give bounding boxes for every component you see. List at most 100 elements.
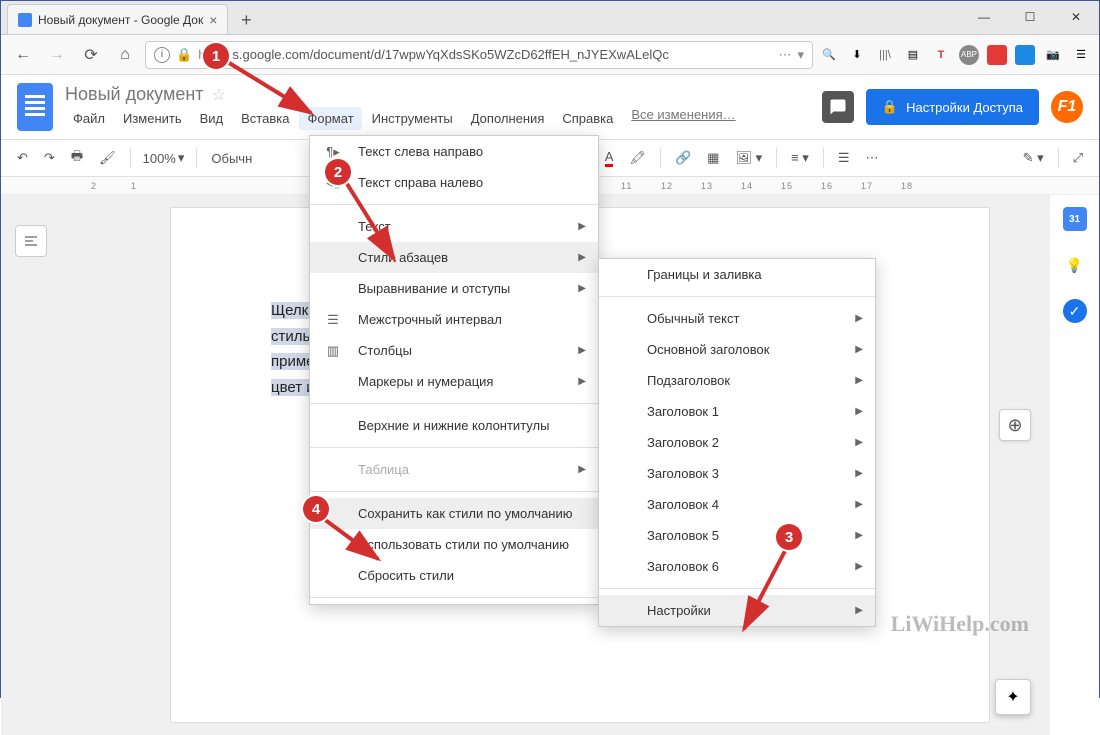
maximize-button[interactable]: ☐ xyxy=(1007,0,1053,34)
editing-mode-button[interactable]: ✎ ▾ xyxy=(1017,146,1050,170)
menu-ltr[interactable]: ¶▸Текст слева направо xyxy=(310,136,598,167)
submenu-h1[interactable]: Заголовок 1▶ xyxy=(599,396,875,427)
menu-help[interactable]: Справка xyxy=(554,107,621,130)
menu-reset-styles[interactable]: Сбросить стили xyxy=(310,560,598,591)
ext-abp-icon[interactable]: ABP xyxy=(959,45,979,65)
zoom-select[interactable]: 100% ▾ xyxy=(139,148,189,168)
calendar-icon[interactable]: 31 xyxy=(1063,207,1087,231)
annotation-badge-3: 3 xyxy=(776,524,802,550)
link-button[interactable]: 🔗 xyxy=(669,146,697,170)
print-button[interactable]: 🖶 xyxy=(65,143,89,173)
ext-cam-icon[interactable]: 📷 xyxy=(1043,45,1063,65)
extension-icons: 🔍 ⬇ |||\ ▤ T ABP 📷 ☰ xyxy=(819,45,1091,65)
submenu-title[interactable]: Основной заголовок▶ xyxy=(599,334,875,365)
docs-favicon xyxy=(18,13,32,27)
menu-align[interactable]: Выравнивание и отступы▶ xyxy=(310,273,598,304)
star-icon[interactable]: ☆ xyxy=(212,85,226,105)
changes-link[interactable]: Все изменения… xyxy=(631,107,735,130)
menu-view[interactable]: Вид xyxy=(192,107,232,130)
menu-table: Таблица▶ xyxy=(310,454,598,485)
image-button[interactable]: 🖼 ▾ xyxy=(729,146,768,170)
home-button[interactable]: ⌂ xyxy=(111,41,139,69)
submenu-h3[interactable]: Заголовок 3▶ xyxy=(599,458,875,489)
close-window-button[interactable]: ✕ xyxy=(1053,0,1099,34)
expand-button[interactable]: ⤢ xyxy=(1067,146,1089,170)
docs-logo-icon[interactable] xyxy=(17,83,53,131)
explore-button[interactable]: ✦ xyxy=(995,679,1031,715)
menu-headers-footers[interactable]: Верхние и нижние колонтитулы xyxy=(310,410,598,441)
menu-icon[interactable]: ☰ xyxy=(1071,45,1091,65)
text-color-button[interactable]: A xyxy=(599,145,620,171)
highlight-button[interactable]: 🖍 xyxy=(623,146,652,170)
submenu-subtitle[interactable]: Подзаголовок▶ xyxy=(599,365,875,396)
ext-red-icon[interactable] xyxy=(987,45,1007,65)
submenu-h6[interactable]: Заголовок 6▶ xyxy=(599,551,875,582)
line-spacing-button[interactable]: ☰ xyxy=(832,146,856,170)
browser-tab[interactable]: Новый документ - Google Док × xyxy=(7,4,228,34)
submenu-borders[interactable]: Границы и заливка xyxy=(599,259,875,290)
window-controls: — ☐ ✕ xyxy=(961,0,1099,34)
tasks-icon[interactable]: ✓ xyxy=(1063,299,1087,323)
share-button[interactable]: 🔒 Настройки Доступа xyxy=(866,89,1039,125)
comments-button[interactable] xyxy=(822,91,854,123)
download-icon[interactable]: ⬇ xyxy=(847,45,867,65)
style-select[interactable]: Обычн xyxy=(205,149,265,168)
ext-t-icon[interactable]: T xyxy=(931,45,951,65)
annotation-badge-4: 4 xyxy=(303,496,329,522)
more-button[interactable]: ⋯ xyxy=(860,146,885,170)
docs-header: Новый документ ☆ Файл Изменить Вид Встав… xyxy=(1,75,1099,139)
menu-rtl[interactable]: ◂¶Текст справа налево xyxy=(310,167,598,198)
redo-button[interactable]: ↷ xyxy=(38,146,61,170)
site-info-icon[interactable]: i xyxy=(154,47,170,63)
annotation-badge-2: 2 xyxy=(325,159,351,185)
menu-edit[interactable]: Изменить xyxy=(115,107,190,130)
keep-icon[interactable]: 💡 xyxy=(1063,253,1087,277)
ext-blue-icon[interactable] xyxy=(1015,45,1035,65)
menu-tools[interactable]: Инструменты xyxy=(364,107,461,130)
submenu-normal[interactable]: Обычный текст▶ xyxy=(599,303,875,334)
forward-button[interactable]: → xyxy=(43,41,71,69)
url-text: s.google.com/document/d/17wpwYqXdsSKo5WZ… xyxy=(232,47,668,62)
undo-button[interactable]: ↶ xyxy=(11,146,34,170)
close-icon[interactable]: × xyxy=(209,12,217,28)
menu-line-spacing[interactable]: ☰Межстрочный интервал xyxy=(310,304,598,335)
library-icon[interactable]: |||\ xyxy=(875,45,895,65)
minimize-button[interactable]: — xyxy=(961,0,1007,34)
annotation-badge-1: 1 xyxy=(203,43,229,69)
menu-columns[interactable]: ▥Столбцы▶ xyxy=(310,335,598,366)
outline-toggle-button[interactable] xyxy=(15,225,47,257)
menu-bullets[interactable]: Маркеры и нумерация▶ xyxy=(310,366,598,397)
submenu-h2[interactable]: Заголовок 2▶ xyxy=(599,427,875,458)
url-input[interactable]: i 🔒 https s.google.com/document/d/17wpwY… xyxy=(145,41,813,69)
menu-insert[interactable]: Вставка xyxy=(233,107,297,130)
submenu-settings[interactable]: Настройки▶ xyxy=(599,595,875,626)
lock-icon: 🔒 xyxy=(882,99,898,115)
watermark: LiWiHelp.com xyxy=(891,611,1029,637)
align-button[interactable]: ≡ ▾ xyxy=(785,146,815,170)
f1-help-icon[interactable]: F1 xyxy=(1051,91,1083,123)
menu-file[interactable]: Файл xyxy=(65,107,113,130)
search-icon[interactable]: 🔍 xyxy=(819,45,839,65)
menu-addons[interactable]: Дополнения xyxy=(463,107,553,130)
share-label: Настройки Доступа xyxy=(906,100,1023,115)
reload-button[interactable]: ⟳ xyxy=(77,41,105,69)
paragraph-styles-submenu: Границы и заливка Обычный текст▶ Основно… xyxy=(598,258,876,627)
paint-format-button[interactable]: 🖌 xyxy=(93,146,122,170)
menu-save-default-styles[interactable]: Сохранить как стили по умолчанию xyxy=(310,498,598,529)
document-title[interactable]: Новый документ xyxy=(65,84,204,105)
format-dropdown: ¶▸Текст слева направо ◂¶Текст справа нал… xyxy=(309,135,599,605)
menu-paragraph-styles[interactable]: Стили абзацев▶ xyxy=(310,242,598,273)
submenu-h5[interactable]: Заголовок 5▶ xyxy=(599,520,875,551)
reader-icon[interactable]: ▤ xyxy=(903,45,923,65)
right-sidebar: 31 💡 ✓ xyxy=(1049,195,1099,735)
tab-title: Новый документ - Google Док xyxy=(38,13,203,27)
menu-use-default-styles[interactable]: Использовать стили по умолчанию xyxy=(310,529,598,560)
menu-bar: Файл Изменить Вид Вставка Формат Инструм… xyxy=(65,107,736,130)
back-button[interactable]: ← xyxy=(9,41,37,69)
menu-format[interactable]: Формат xyxy=(299,107,361,130)
new-tab-button[interactable]: + xyxy=(232,6,260,34)
add-comment-button[interactable]: ▦ xyxy=(701,146,725,170)
add-comment-floating-button[interactable]: ⊕ xyxy=(999,409,1031,441)
submenu-h4[interactable]: Заголовок 4▶ xyxy=(599,489,875,520)
menu-text[interactable]: Текст▶ xyxy=(310,211,598,242)
